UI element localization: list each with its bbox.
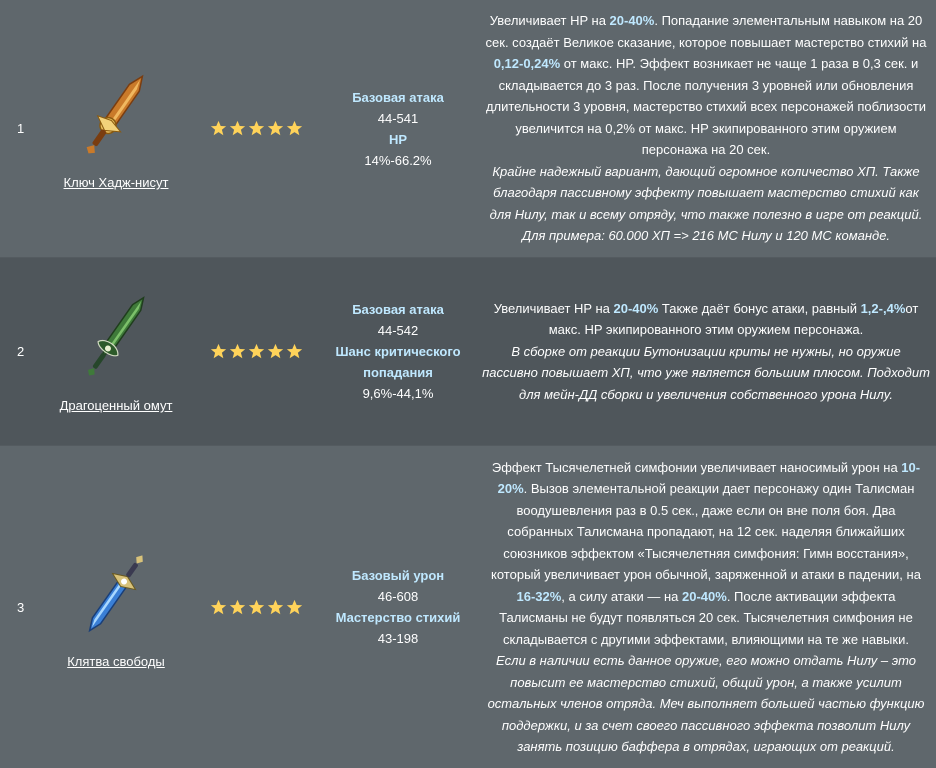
star-icon (248, 599, 264, 614)
stat-label: HP (388, 131, 408, 147)
description-cell: Увеличивает HP на 20-40%. Попадание элем… (476, 10, 936, 247)
star-icon (229, 343, 245, 359)
stat-value: 44-542 (377, 323, 419, 338)
golden-sword-icon (66, 64, 166, 164)
desc-highlight: 0,12-0,24% (493, 56, 561, 72)
stat-label: Базовая атака (352, 89, 444, 105)
table-row: 2 Драгоценный омут Базовая атака 44-542 … (0, 258, 936, 446)
desc-note: Крайне надежный вариант, дающий огромное… (489, 163, 923, 244)
blue-sword-icon (66, 543, 166, 643)
star-icon (267, 343, 283, 359)
stat-value: 44-541 (377, 110, 419, 126)
desc-text: Эффект Тысячелетней симфонии увеличивает… (491, 459, 902, 475)
rarity-stars (192, 599, 320, 616)
weapon-cell: Ключ Хадж-нисут (40, 64, 192, 193)
weapon-name-link[interactable]: Клятва свободы (67, 651, 165, 672)
desc-text: . Вызов элементальной реакции дает персо… (491, 481, 921, 582)
desc-highlight: 20-40% (613, 300, 659, 316)
star-icon (286, 343, 302, 359)
weapon-name-link[interactable]: Драгоценный омут (60, 395, 173, 416)
star-icon (267, 599, 283, 614)
stat-label: Базовая атака (352, 302, 444, 317)
stat-value: 9,6%-44,1% (362, 386, 434, 401)
desc-text: Увеличивает HP на (493, 300, 614, 316)
description-cell: Увеличивает HP на 20-40% Также даёт бону… (476, 298, 936, 406)
row-number: 3 (17, 599, 25, 615)
star-icon (229, 599, 245, 614)
table-row: 3 Клятва свободы Базовый урон 46-608 Мас… (0, 446, 936, 768)
weapon-name-link[interactable]: Ключ Хадж-нисут (64, 172, 169, 193)
row-number: 1 (17, 121, 25, 136)
desc-text: от макс. HP. Эффект возникает не чаще 1 … (485, 56, 927, 158)
stat-label: Шанс критического попадания (335, 344, 461, 380)
weapons-table: 1 Ключ Хадж-нисут Базовая атака 44-541 H… (0, 0, 936, 768)
stat-label: Мастерство стихий (335, 610, 461, 625)
desc-highlight: 16-32% (516, 588, 562, 604)
desc-note: Если в наличии есть данное оружие, его м… (487, 653, 925, 754)
green-sword-icon (66, 287, 166, 387)
star-icon (210, 343, 226, 359)
weapon-cell: Клятва свободы (40, 543, 192, 672)
rarity-stars (192, 343, 320, 360)
star-icon (286, 120, 302, 136)
star-icon (267, 120, 283, 136)
stat-value: 14%-66.2% (364, 152, 432, 168)
stat-label: Базовый урон (351, 568, 445, 583)
star-icon (286, 599, 302, 614)
stat-value: 43-198 (377, 631, 419, 646)
row-number: 2 (17, 344, 25, 359)
stats-cell: Базовый урон 46-608 Мастерство стихий 43… (320, 565, 476, 649)
desc-highlight: 20-40% (682, 588, 727, 604)
star-icon (210, 120, 226, 136)
desc-text: Увеличивает HP на (489, 13, 610, 29)
weapon-cell: Драгоценный омут (40, 287, 192, 416)
desc-text: , а силу атаки — на (561, 588, 682, 604)
stats-cell: Базовая атака 44-541 HP 14%-66.2% (320, 87, 476, 171)
table-row: 1 Ключ Хадж-нисут Базовая атака 44-541 H… (0, 0, 936, 258)
desc-note: В сборке от реакции Бутонизации криты не… (482, 343, 930, 402)
desc-text: Также даёт бонус атаки, равный (658, 300, 861, 316)
star-icon (248, 120, 264, 136)
star-icon (229, 120, 245, 136)
rarity-stars (192, 120, 320, 137)
star-icon (210, 599, 226, 614)
desc-highlight: 20-40% (609, 13, 655, 29)
description-cell: Эффект Тысячелетней симфонии увеличивает… (476, 457, 936, 758)
stat-value: 46-608 (377, 589, 419, 604)
star-icon (248, 343, 264, 359)
desc-highlight: 1,2-,4% (860, 300, 906, 316)
stats-cell: Базовая атака 44-542 Шанс критического п… (320, 299, 476, 404)
